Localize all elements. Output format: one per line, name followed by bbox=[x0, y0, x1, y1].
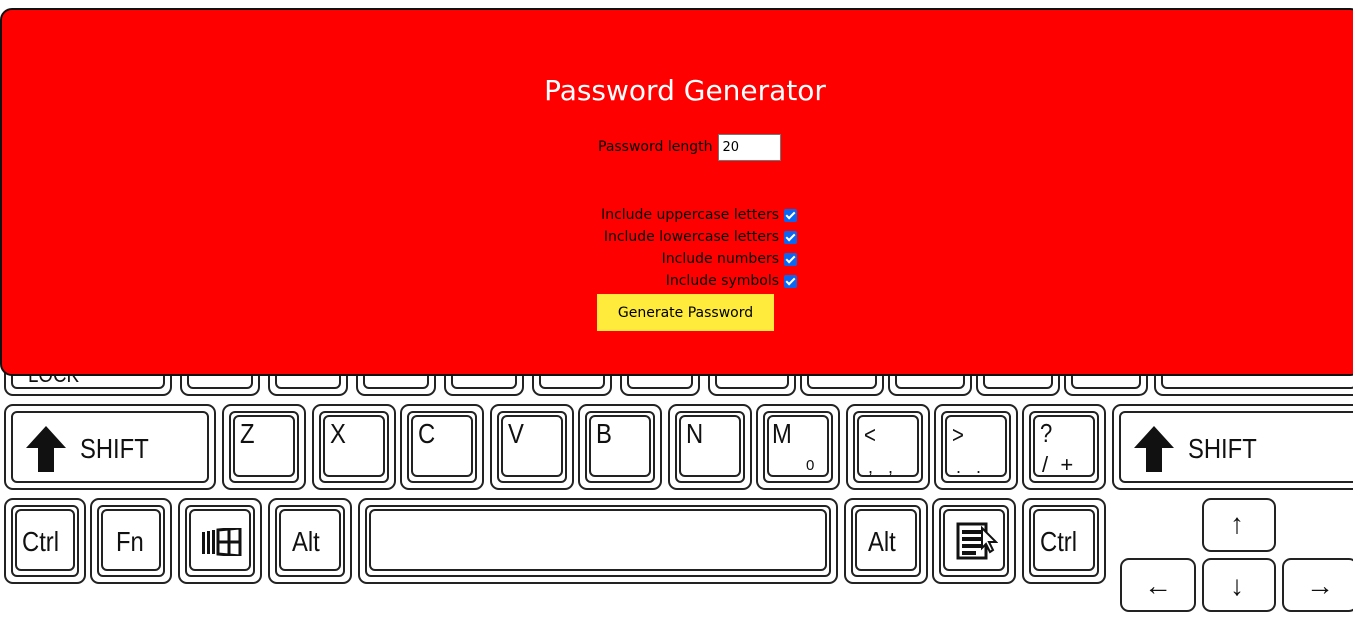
key-x: X bbox=[312, 404, 396, 490]
key-label-shift: SHIFT bbox=[1188, 433, 1257, 464]
password-length-row: Password length bbox=[598, 133, 782, 161]
key-label-alt: Alt bbox=[292, 526, 320, 557]
lowercase-option-label: Include lowercase letters bbox=[603, 229, 779, 245]
key-label-v: V bbox=[508, 418, 524, 449]
key-right-alt: Alt bbox=[844, 498, 928, 584]
key-label-c: C bbox=[418, 418, 436, 449]
key-label-alt: Alt bbox=[868, 526, 896, 557]
key-label-comma-top: < bbox=[864, 422, 876, 449]
key-arrow-left: ← bbox=[1120, 558, 1196, 612]
key-label-b: B bbox=[596, 418, 612, 449]
uppercase-option-label: Include uppercase letters bbox=[601, 207, 779, 223]
key-b: B bbox=[578, 404, 662, 490]
symbols-checkbox[interactable] bbox=[784, 274, 797, 288]
generate-password-button[interactable]: Generate Password bbox=[597, 294, 774, 331]
key-left-alt: Alt bbox=[268, 498, 352, 584]
key-slash: ? / + bbox=[1022, 404, 1106, 490]
key-n: N bbox=[668, 404, 752, 490]
arrow-right-icon: → bbox=[1306, 570, 1334, 601]
key-label-x: X bbox=[330, 418, 346, 449]
key-right-ctrl: Ctrl bbox=[1022, 498, 1106, 584]
shift-arrow-icon bbox=[1134, 426, 1174, 472]
symbols-option-label: Include symbols bbox=[665, 273, 779, 289]
page-title: Password Generator bbox=[544, 74, 826, 107]
key-arrow-down: ↓ bbox=[1202, 558, 1276, 612]
key-label-slash-bottom: / + bbox=[1042, 452, 1074, 477]
shift-arrow-icon bbox=[26, 426, 66, 472]
key-m: M 0 bbox=[756, 404, 840, 490]
key-fn: Fn bbox=[90, 498, 172, 584]
key-spacebar bbox=[358, 498, 838, 584]
key-arrow-right: → bbox=[1282, 558, 1353, 612]
uppercase-option: Include uppercase letters bbox=[601, 204, 797, 226]
numbers-option: Include numbers bbox=[662, 248, 797, 270]
key-v: V bbox=[490, 404, 574, 490]
key-arrow-up: ↑ bbox=[1202, 498, 1276, 552]
page: LOCK SHIFT Z X C bbox=[0, 0, 1353, 630]
password-length-label: Password length bbox=[598, 139, 713, 155]
key-label-ctrl: Ctrl bbox=[1040, 526, 1078, 557]
key-label-fn: Fn bbox=[116, 526, 144, 557]
arrow-down-icon: ↓ bbox=[1230, 570, 1244, 601]
key-c: C bbox=[400, 404, 484, 490]
password-generator-panel: Password Generator Password length Inclu… bbox=[0, 8, 1353, 376]
numbers-option-label: Include numbers bbox=[661, 251, 779, 267]
key-sub-m: 0 bbox=[806, 457, 815, 474]
symbols-option: Include symbols bbox=[666, 270, 797, 292]
numbers-checkbox[interactable] bbox=[784, 252, 797, 266]
key-period: > . . bbox=[934, 404, 1018, 490]
key-left-shift: SHIFT bbox=[4, 404, 216, 490]
key-label-n: N bbox=[686, 418, 704, 449]
arrow-left-icon: ← bbox=[1144, 570, 1172, 601]
uppercase-checkbox[interactable] bbox=[784, 208, 797, 222]
key-label-slash-top: ? bbox=[1040, 418, 1053, 448]
key-label-period-bottom: . . bbox=[956, 457, 982, 477]
context-menu-icon bbox=[956, 522, 998, 560]
lowercase-option: Include lowercase letters bbox=[604, 226, 797, 248]
lowercase-checkbox[interactable] bbox=[784, 230, 797, 244]
key-label-period-top: > bbox=[952, 422, 964, 449]
key-z: Z bbox=[222, 404, 306, 490]
key-windows bbox=[178, 498, 262, 584]
key-comma: < , , bbox=[846, 404, 930, 490]
key-label-z: Z bbox=[240, 418, 255, 449]
key-right-shift: SHIFT bbox=[1112, 404, 1353, 490]
windows-logo-icon bbox=[202, 528, 242, 556]
key-label-ctrl: Ctrl bbox=[22, 526, 60, 557]
key-label-comma-bottom: , , bbox=[868, 457, 894, 477]
key-label-shift: SHIFT bbox=[80, 433, 149, 464]
key-menu bbox=[932, 498, 1016, 584]
password-length-input[interactable] bbox=[718, 133, 782, 161]
key-left-ctrl: Ctrl bbox=[4, 498, 86, 584]
key-label-m: M bbox=[772, 418, 792, 449]
arrow-up-icon: ↑ bbox=[1230, 508, 1244, 539]
